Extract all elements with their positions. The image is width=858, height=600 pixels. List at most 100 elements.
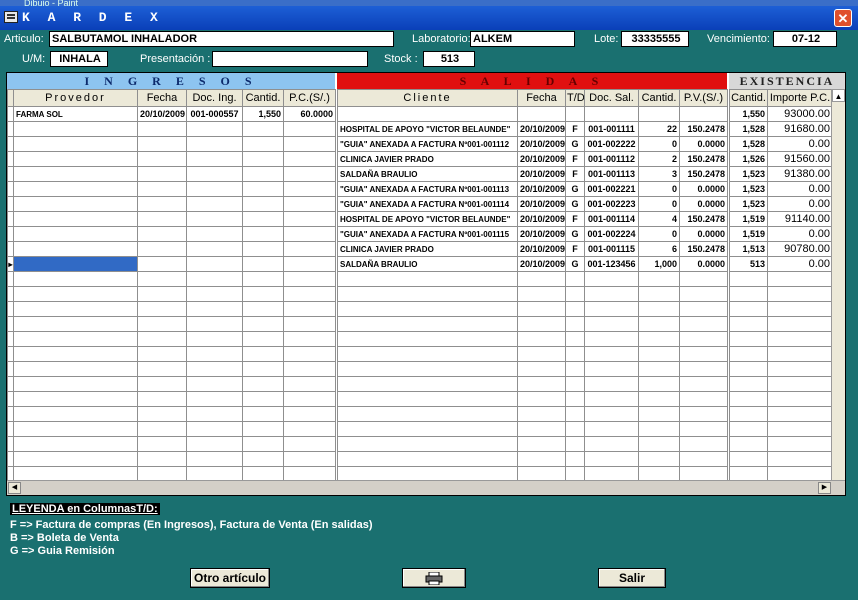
ingreso-cell[interactable] xyxy=(186,421,243,437)
ingreso-cell[interactable] xyxy=(242,241,284,257)
ingreso-cell[interactable] xyxy=(283,451,336,467)
salida-cell[interactable] xyxy=(638,406,680,422)
salida-cell[interactable]: 20/10/2009 xyxy=(517,256,566,272)
salida-cell[interactable]: 150.2478 xyxy=(679,151,728,167)
salida-cell[interactable] xyxy=(679,421,728,437)
salida-cell[interactable] xyxy=(337,106,518,122)
ingreso-cell[interactable] xyxy=(13,286,138,302)
ingreso-cell[interactable] xyxy=(283,286,336,302)
ingreso-cell[interactable] xyxy=(242,421,284,437)
existencia-cantid-cell[interactable] xyxy=(729,346,768,362)
ingreso-cell[interactable] xyxy=(137,286,187,302)
table-row[interactable] xyxy=(7,451,845,467)
ingreso-cell[interactable] xyxy=(186,121,243,137)
salida-cell[interactable] xyxy=(565,436,585,452)
salida-cell[interactable] xyxy=(679,316,728,332)
existencia-cantid-cell[interactable]: 1,523 xyxy=(729,196,768,212)
existencia-importe-cell[interactable]: 91140.00 xyxy=(767,211,833,227)
salida-cell[interactable] xyxy=(565,331,585,347)
salida-cell[interactable] xyxy=(337,451,518,467)
col-doc-ing[interactable]: Doc. Ing. xyxy=(186,89,243,107)
ingreso-cell[interactable] xyxy=(283,136,336,152)
salida-cell[interactable] xyxy=(679,451,728,467)
salida-cell[interactable] xyxy=(337,271,518,287)
col-provedor[interactable]: Provedor xyxy=(13,89,138,107)
col-cantid-existencia[interactable]: Cantid. xyxy=(729,89,768,107)
salida-cell[interactable] xyxy=(679,346,728,362)
salida-cell[interactable] xyxy=(584,286,639,302)
salida-cell[interactable] xyxy=(679,301,728,317)
salida-cell[interactable]: CLINICA JAVIER PRADO xyxy=(337,241,518,257)
salida-cell[interactable]: 001-002222 xyxy=(584,136,639,152)
existencia-importe-cell[interactable] xyxy=(767,346,833,362)
ingreso-cell[interactable] xyxy=(283,436,336,452)
col-fecha-ingreso[interactable]: Fecha xyxy=(137,89,187,107)
salida-cell[interactable] xyxy=(517,286,566,302)
existencia-importe-cell[interactable] xyxy=(767,376,833,392)
ingreso-cell[interactable] xyxy=(186,391,243,407)
existencia-cantid-cell[interactable] xyxy=(729,451,768,467)
ingreso-cell[interactable] xyxy=(283,301,336,317)
salida-cell[interactable]: "GUIA" ANEXADA A FACTURA Nº001-001115 xyxy=(337,226,518,242)
salida-cell[interactable]: 0.0000 xyxy=(679,256,728,272)
salida-cell[interactable] xyxy=(565,421,585,437)
existencia-cantid-cell[interactable] xyxy=(729,376,768,392)
existencia-cantid-cell[interactable]: 513 xyxy=(729,256,768,272)
existencia-importe-cell[interactable] xyxy=(767,391,833,407)
ingreso-cell[interactable] xyxy=(186,316,243,332)
existencia-cantid-cell[interactable]: 1,519 xyxy=(729,226,768,242)
salida-cell[interactable] xyxy=(679,391,728,407)
existencia-cantid-cell[interactable] xyxy=(729,301,768,317)
salida-cell[interactable] xyxy=(337,361,518,377)
salida-cell[interactable]: 150.2478 xyxy=(679,121,728,137)
salida-cell[interactable] xyxy=(638,316,680,332)
ingreso-cell[interactable] xyxy=(186,196,243,212)
salida-cell[interactable] xyxy=(679,271,728,287)
salida-cell[interactable] xyxy=(584,391,639,407)
existencia-cantid-cell[interactable]: 1,519 xyxy=(729,211,768,227)
salida-cell[interactable]: SALDAÑA BRAULIO xyxy=(337,256,518,272)
salida-cell[interactable]: "GUIA" ANEXADA A FACTURA Nº001-001112 xyxy=(337,136,518,152)
ingreso-cell[interactable] xyxy=(186,271,243,287)
salida-cell[interactable] xyxy=(638,436,680,452)
salida-cell[interactable]: F xyxy=(565,121,585,137)
salida-cell[interactable] xyxy=(638,286,680,302)
ingreso-cell[interactable] xyxy=(13,166,138,182)
ingreso-cell[interactable] xyxy=(137,166,187,182)
existencia-cantid-cell[interactable]: 1,550 xyxy=(729,106,768,122)
salida-cell[interactable]: CLINICA JAVIER PRADO xyxy=(337,151,518,167)
ingreso-cell[interactable] xyxy=(13,391,138,407)
salida-cell[interactable]: F xyxy=(565,241,585,257)
ingreso-cell[interactable] xyxy=(283,361,336,377)
existencia-cantid-cell[interactable] xyxy=(729,421,768,437)
existencia-importe-cell[interactable] xyxy=(767,286,833,302)
um-field[interactable]: INHALA xyxy=(50,51,108,67)
existencia-cantid-cell[interactable] xyxy=(729,286,768,302)
ingreso-cell[interactable] xyxy=(13,196,138,212)
ingreso-cell[interactable] xyxy=(242,121,284,137)
salida-cell[interactable]: 20/10/2009 xyxy=(517,211,566,227)
table-row[interactable]: "GUIA" ANEXADA A FACTURA Nº001-001114 20/… xyxy=(7,196,845,212)
existencia-importe-cell[interactable]: 0.00 xyxy=(767,226,833,242)
ingreso-cell[interactable] xyxy=(13,151,138,167)
ingreso-cell[interactable] xyxy=(242,346,284,362)
col-importe-pc[interactable]: Importe P.C. xyxy=(767,89,833,107)
ingreso-cell[interactable]: 60.0000 xyxy=(283,106,336,122)
salida-cell[interactable] xyxy=(638,331,680,347)
ingreso-cell[interactable] xyxy=(283,166,336,182)
ingreso-cell[interactable] xyxy=(13,271,138,287)
vencimiento-field[interactable]: 07-12 xyxy=(773,31,837,47)
existencia-importe-cell[interactable]: 0.00 xyxy=(767,256,833,272)
existencia-importe-cell[interactable]: 91380.00 xyxy=(767,166,833,182)
salida-cell[interactable]: G xyxy=(565,136,585,152)
existencia-importe-cell[interactable] xyxy=(767,271,833,287)
salida-cell[interactable] xyxy=(584,376,639,392)
ingreso-cell[interactable] xyxy=(186,226,243,242)
col-cliente[interactable]: Cliente xyxy=(337,89,518,107)
ingreso-cell[interactable] xyxy=(137,226,187,242)
salida-cell[interactable] xyxy=(517,421,566,437)
salida-cell[interactable]: "GUIA" ANEXADA A FACTURA Nº001-001114 xyxy=(337,196,518,212)
existencia-importe-cell[interactable] xyxy=(767,301,833,317)
ingreso-cell[interactable] xyxy=(186,256,243,272)
salida-cell[interactable] xyxy=(565,451,585,467)
